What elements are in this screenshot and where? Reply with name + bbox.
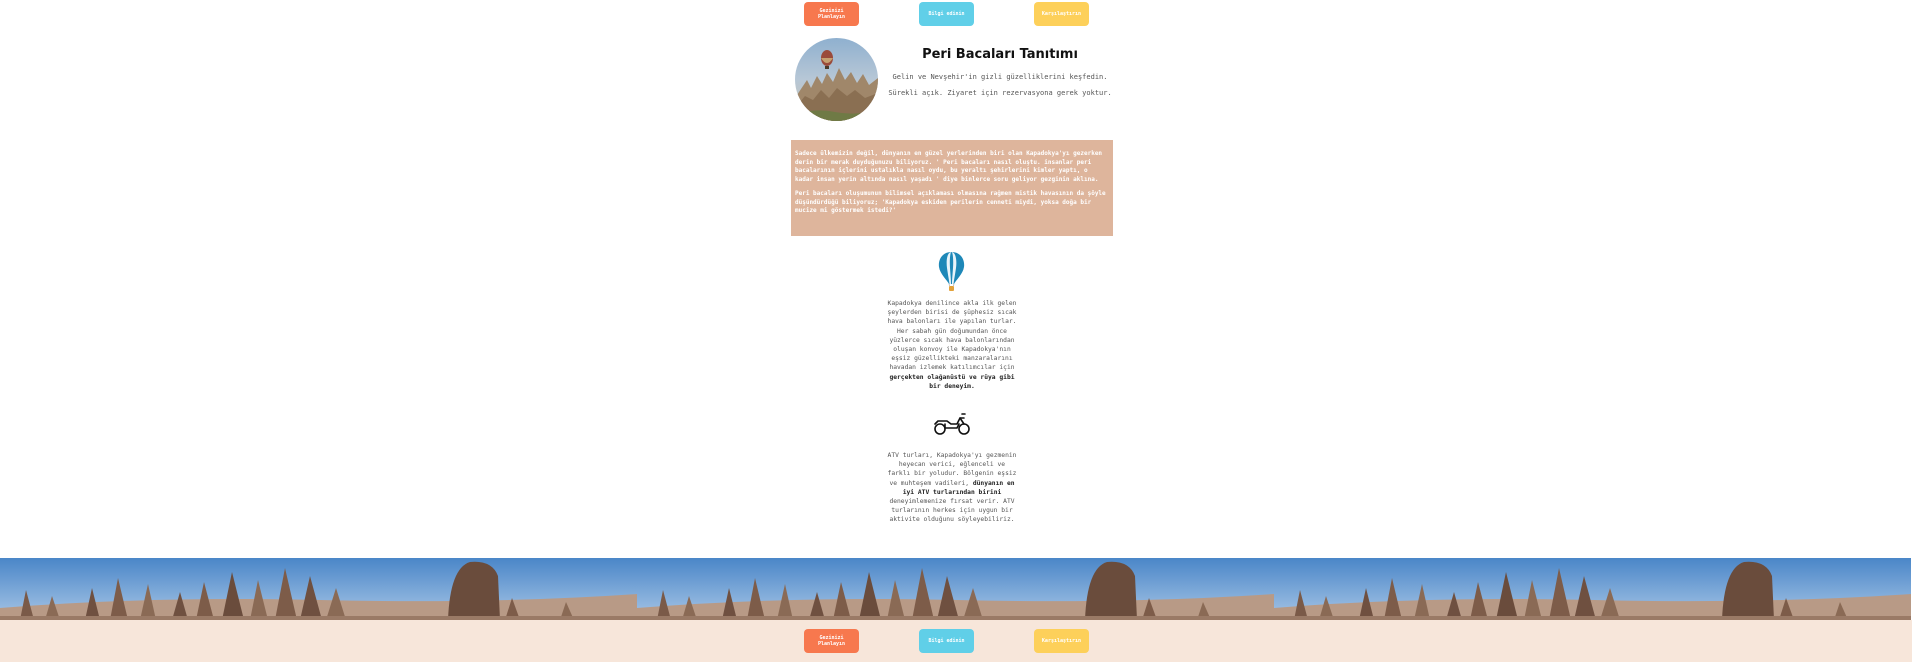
atv-tour-body-2: deneyimlemenize fırsat verir. ATV turlar… [889, 498, 1015, 524]
plan-trip-button[interactable]: Gezinizi Planlayın [804, 2, 859, 26]
compare-button[interactable]: Karşılaştırın [1034, 2, 1089, 26]
subtitle-line-2: Sürekli açık. Ziyaret için rezervasyona … [888, 89, 1112, 97]
fairy-chimneys-banner [0, 558, 1912, 620]
balloon-tour-highlight: gerçekten olağanüstü ve rüya gibi bir de… [889, 373, 1015, 390]
hot-air-balloon-icon [938, 251, 965, 293]
footer-learn-more-button[interactable]: Bilgi edinin [919, 629, 974, 653]
subtitle-line-1: Gelin ve Nevşehir'in gizli güzelliklerin… [892, 73, 1108, 81]
intro-paragraph-1: Sadece ülkemizin değil, dünyanın en güze… [795, 150, 1103, 183]
balloon-tour-body: Kapadokya denilince akla ilk gelen şeyle… [887, 300, 1017, 372]
intro-paragraph-2: Peri bacaları oluşumunun bilimsel açıkla… [795, 190, 1106, 214]
footer-plan-trip-button[interactable]: Gezinizi Planlayın [804, 629, 859, 653]
atv-icon [933, 412, 971, 436]
balloon-tour-text: Kapadokya denilince akla ilk gelen şeyle… [887, 299, 1017, 391]
fairy-chimney-balloon-photo [795, 38, 878, 121]
learn-more-button[interactable]: Bilgi edinin [919, 2, 974, 26]
footer-compare-button[interactable]: Karşılaştırın [1034, 629, 1089, 653]
page-title: Peri Bacaları Tanıtımı [922, 47, 1078, 62]
atv-tour-text: ATV turları, Kapadokya'yı gezmenin heyec… [887, 451, 1017, 525]
intro-box: Sadece ülkemizin değil, dünyanın en güze… [791, 140, 1113, 236]
